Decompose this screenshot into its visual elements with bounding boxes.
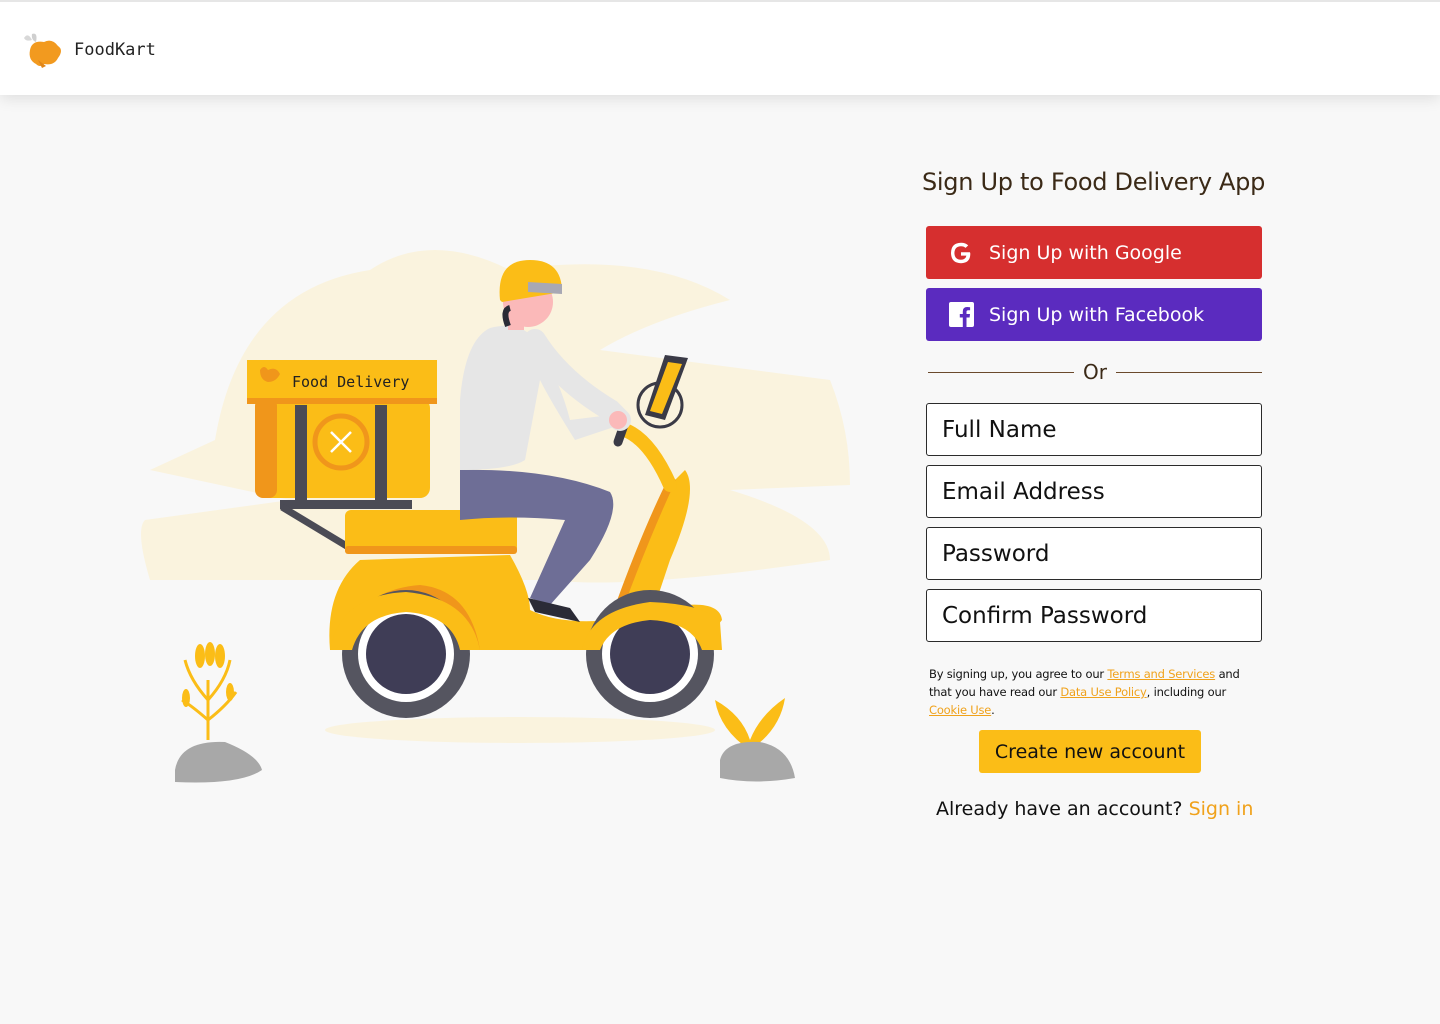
terms-suffix-text: . <box>991 703 995 717</box>
food-bowl-icon <box>24 33 61 68</box>
signup-title: Sign Up to Food Delivery App <box>922 168 1266 196</box>
cookie-use-link[interactable]: Cookie Use <box>929 703 991 717</box>
facebook-icon <box>947 301 975 329</box>
email-input[interactable] <box>926 465 1262 518</box>
top-navbar: FoodKart <box>0 0 1440 95</box>
brand-name: FoodKart <box>74 40 156 60</box>
divider-line-right <box>1115 371 1262 373</box>
signin-prompt-row: Already have an account? Sign in <box>936 798 1266 820</box>
facebook-signup-button[interactable]: Sign Up with Facebook <box>926 288 1262 341</box>
terms-prefix-text: By signing up, you agree to our <box>929 667 1108 681</box>
brand-logo-link[interactable]: FoodKart <box>20 30 156 70</box>
divider-line-left <box>928 371 1075 373</box>
data-use-policy-link[interactable]: Data Use Policy <box>1060 685 1147 699</box>
confirm-password-input[interactable] <box>926 589 1262 642</box>
create-account-button[interactable]: Create new account <box>979 730 1201 773</box>
google-icon <box>947 239 975 267</box>
google-signup-button[interactable]: Sign Up with Google <box>926 226 1262 279</box>
or-divider: Or <box>928 358 1262 386</box>
scooter-rider-graphic: Food Delivery <box>141 250 850 783</box>
full-name-input[interactable] <box>926 403 1262 456</box>
password-input[interactable] <box>926 527 1262 580</box>
sign-in-link[interactable]: Sign in <box>1189 798 1254 820</box>
signin-prompt-text: Already have an account? <box>936 798 1189 820</box>
right-plant <box>715 698 795 782</box>
google-signup-label: Sign Up with Google <box>989 241 1182 264</box>
box-label: Food Delivery <box>292 373 409 391</box>
terms-and-services-link[interactable]: Terms and Services <box>1107 667 1215 681</box>
terms-notice: By signing up, you agree to our Terms an… <box>929 665 1265 719</box>
or-text: Or <box>1083 360 1107 384</box>
terms-middle2-text: , including our <box>1146 685 1227 699</box>
facebook-signup-label: Sign Up with Facebook <box>989 303 1205 326</box>
left-plant <box>175 642 262 783</box>
delivery-box: Food Delivery <box>247 360 437 509</box>
delivery-scooter-illustration: Food Delivery <box>130 230 870 810</box>
